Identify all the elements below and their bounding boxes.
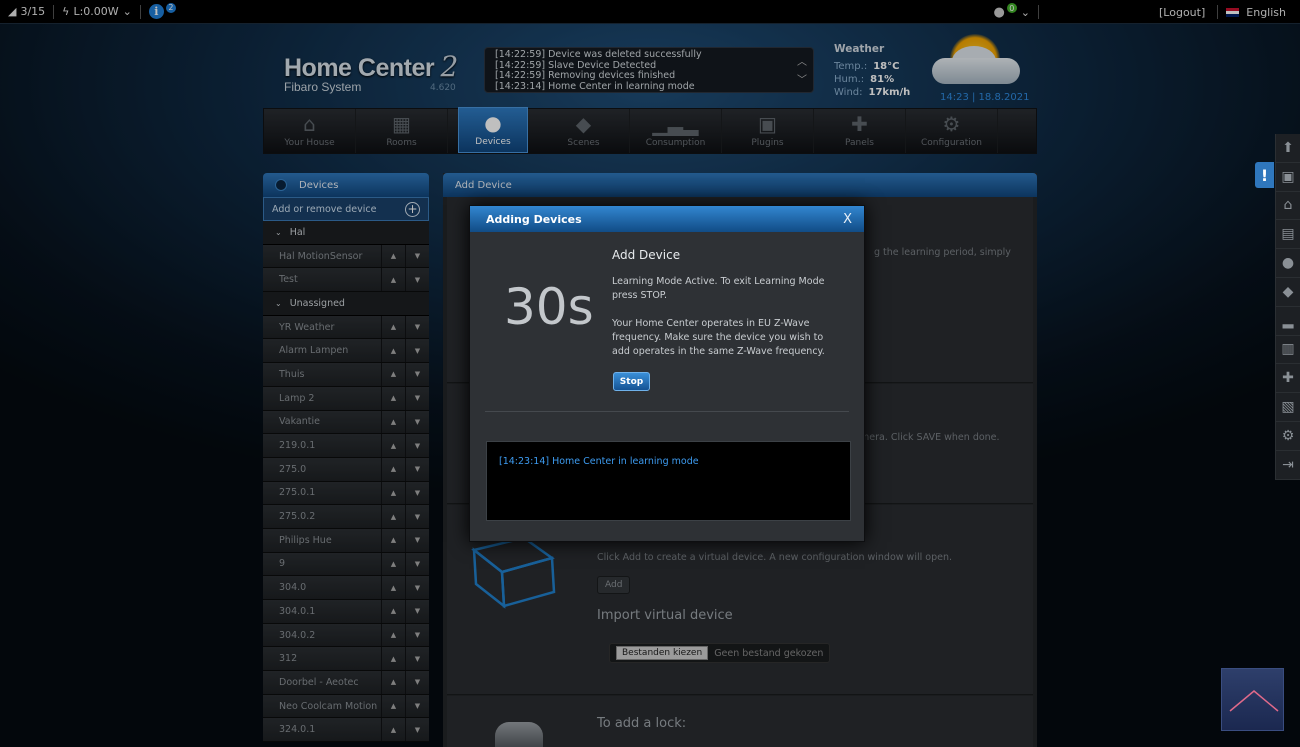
house-icon[interactable]: ⌂	[1276, 192, 1300, 221]
learning-mode-text: Learning Mode Active. To exit Learning M…	[612, 276, 825, 301]
learning-log: [14:23:14] Home Center in learning mode	[486, 441, 851, 521]
alert-icon[interactable]: !	[1255, 162, 1274, 188]
scroll-to-top-button[interactable]	[1221, 668, 1284, 731]
logout-icon[interactable]: ⇥	[1276, 451, 1300, 480]
countdown-timer: 30s	[504, 278, 594, 336]
divider	[485, 411, 849, 412]
dialog-heading: Add Device	[612, 248, 681, 262]
puzzle-icon[interactable]: ✚	[1276, 364, 1300, 394]
adding-devices-dialog: Adding Devices X 30s Add Device Learning…	[469, 205, 865, 542]
arrow-up-icon[interactable]: ⬆	[1276, 134, 1300, 163]
plugins-icon[interactable]: ▥	[1276, 336, 1300, 365]
config-icon[interactable]: ▧	[1276, 393, 1300, 422]
rooms-icon[interactable]: ▤	[1276, 220, 1300, 250]
right-toolbar: ⬆ ▣ ⌂ ▤ ● ◆ ▂ ▥ ✚ ▧ ⚙ ⇥	[1275, 134, 1300, 480]
scenes-icon[interactable]: ◆	[1276, 278, 1300, 307]
dialog-header: Adding Devices X	[470, 206, 864, 232]
frequency-text: Your Home Center operates in EU Z-Wave f…	[612, 318, 825, 357]
chart-icon[interactable]: ▂	[1276, 307, 1300, 336]
log-line: [14:23:14] Home Center in learning mode	[499, 456, 699, 467]
close-button[interactable]: X	[843, 212, 852, 227]
stop-button[interactable]: Stop	[613, 372, 650, 391]
save-icon[interactable]: ▣	[1276, 163, 1300, 192]
chevron-up-icon	[1229, 690, 1279, 712]
dialog-title: Adding Devices	[486, 212, 582, 226]
bulb-icon[interactable]: ●	[1276, 249, 1300, 278]
gear-icon[interactable]: ⚙	[1276, 422, 1300, 451]
